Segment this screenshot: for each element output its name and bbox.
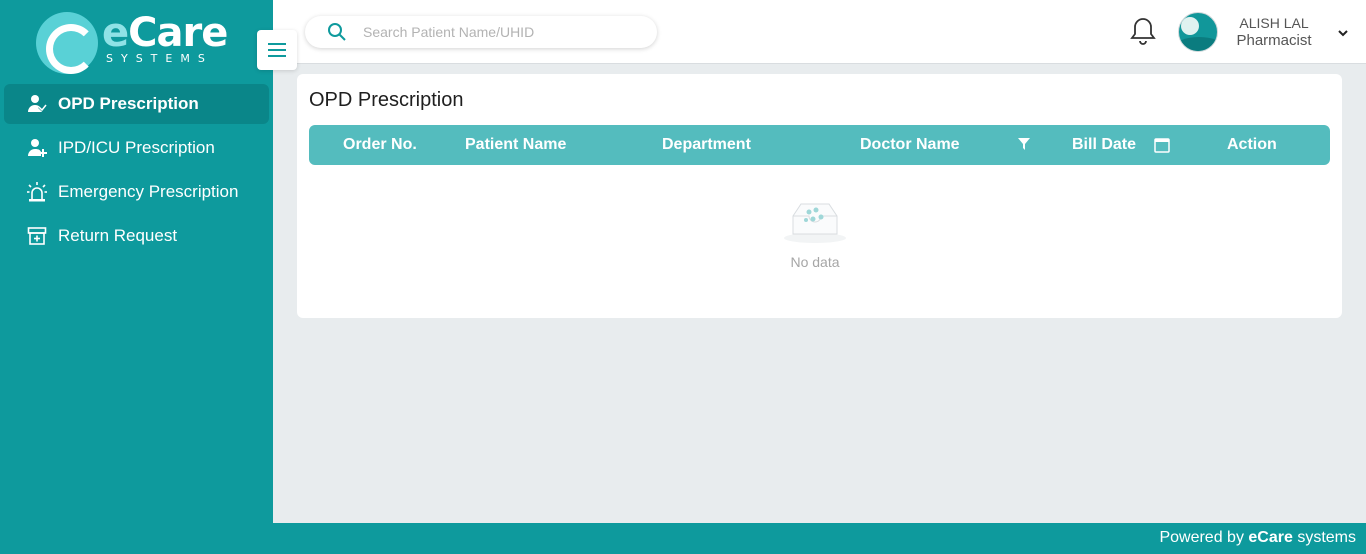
sidebar-item-emergency-prescription[interactable]: Emergency Prescription — [4, 172, 269, 212]
powered-by-text: Powered by eCare systems — [1159, 529, 1356, 547]
logo-wordmark: eCare — [102, 10, 228, 56]
archive-icon — [26, 225, 48, 247]
user-avatar[interactable] — [1178, 12, 1218, 52]
sidebar: eCare SYSTEMS OPD Prescription IPD/ICU P… — [0, 0, 273, 554]
notification-bell-icon[interactable] — [1129, 16, 1157, 46]
sidebar-item-ipd-icu-prescription[interactable]: IPD/ICU Prescription — [4, 128, 269, 168]
page-title: OPD Prescription — [309, 89, 464, 111]
sidebar-item-label: Emergency Prescription — [58, 182, 239, 201]
column-header-action: Action — [1227, 136, 1277, 153]
sidebar-item-label: IPD/ICU Prescription — [58, 138, 215, 157]
menu-toggle-button[interactable] — [257, 30, 297, 70]
logo-subtitle: SYSTEMS — [106, 52, 213, 65]
column-header-doctor-name: Doctor Name — [860, 136, 960, 153]
user-name: ALISH LAL — [1239, 15, 1309, 31]
sidebar-item-label: OPD Prescription — [58, 94, 199, 113]
top-header: ALISH LAL Pharmacist — [273, 0, 1366, 64]
siren-icon — [26, 181, 48, 203]
powered-by-prefix: Powered by — [1159, 529, 1249, 546]
column-header-order-no: Order No. — [343, 136, 417, 153]
calendar-icon[interactable] — [1154, 137, 1170, 158]
logo-wordmark-e: e — [102, 10, 129, 56]
ecare-logo[interactable]: eCare SYSTEMS — [36, 10, 236, 74]
powered-by-suffix: systems — [1292, 529, 1356, 546]
hamburger-icon — [268, 43, 286, 45]
powered-by-brand: eCare — [1248, 529, 1293, 546]
column-header-bill-date: Bill Date — [1072, 136, 1137, 153]
column-header-patient-name: Patient Name — [465, 136, 567, 153]
sidebar-item-label: Return Request — [58, 226, 178, 245]
user-prescription-icon — [26, 93, 48, 115]
sidebar-nav: OPD Prescription IPD/ICU Prescription Em… — [4, 84, 269, 260]
logo-wordmark-rest: Care — [128, 10, 228, 56]
table-header: Order No. Patient Name Department Doctor… — [309, 125, 1330, 165]
empty-inbox-icon — [783, 200, 847, 244]
search-icon[interactable] — [327, 22, 347, 42]
chevron-down-icon[interactable] — [1336, 26, 1350, 40]
footer: Powered by eCare systems — [273, 523, 1366, 554]
empty-state-text: No data — [790, 254, 840, 270]
user-role: Pharmacist — [1236, 32, 1312, 49]
search-input[interactable] — [363, 22, 643, 42]
sidebar-item-return-request[interactable]: Return Request — [4, 216, 269, 256]
search-box[interactable] — [305, 16, 657, 48]
logo-mark-icon — [36, 12, 98, 74]
sidebar-item-opd-prescription[interactable]: OPD Prescription — [4, 84, 269, 124]
empty-state: No data — [773, 200, 857, 270]
column-header-department: Department — [662, 136, 751, 153]
user-plus-icon — [26, 137, 48, 159]
filter-icon[interactable] — [1018, 137, 1030, 156]
opd-prescription-card: OPD Prescription Order No. Patient Name … — [297, 74, 1342, 318]
